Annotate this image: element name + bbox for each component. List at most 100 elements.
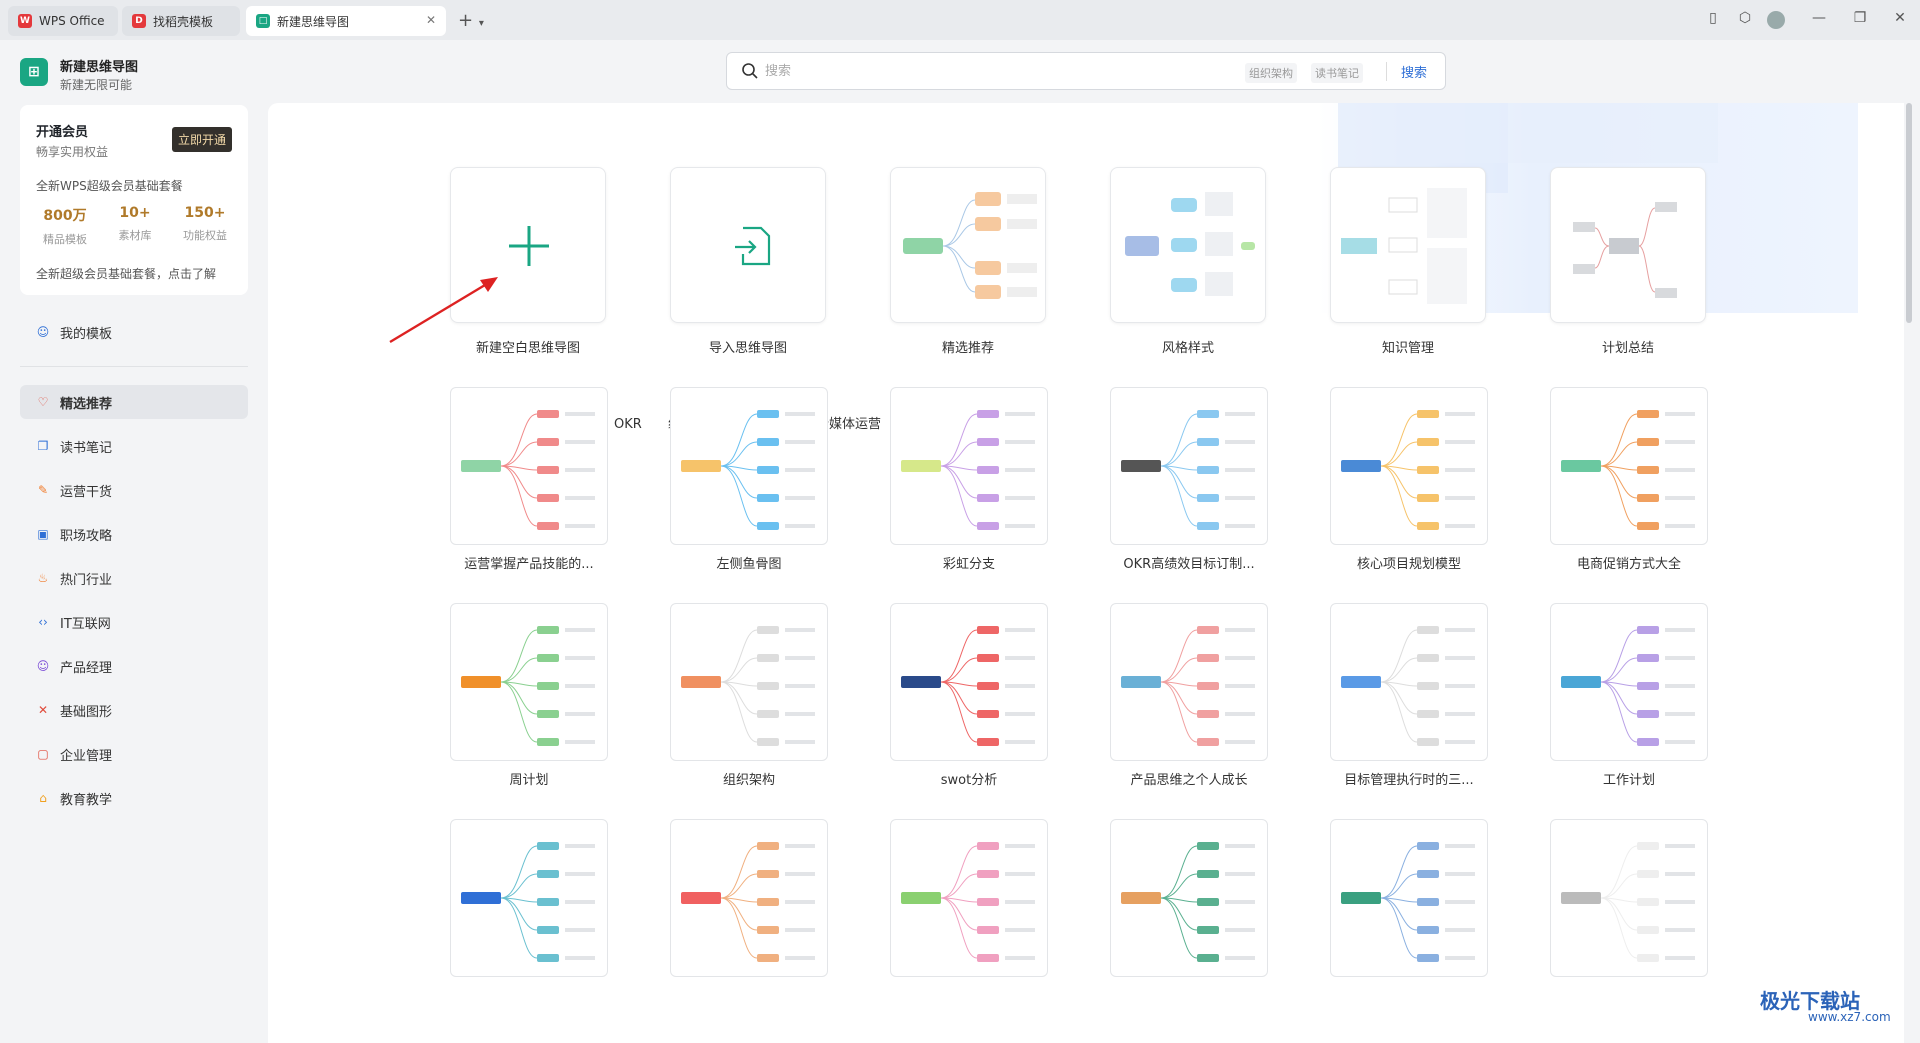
restore-icon[interactable]: ❐: [1850, 10, 1870, 26]
app-header: ⊞ 新建思维导图 新建无限可能: [20, 54, 260, 94]
template-card[interactable]: [670, 387, 828, 545]
template-card[interactable]: [890, 387, 1048, 545]
vip-title: 开通会员: [36, 125, 89, 140]
nav-item-3[interactable]: ▣ 职场攻略: [20, 517, 248, 551]
main-panel: 新建空白思维导图 导入思维导图 精选推荐 风格样式 知识管理 计划总结 OKR …: [268, 103, 1904, 1043]
nav-item-6[interactable]: ☺ 产品经理: [20, 649, 248, 683]
template-thumbnail: [681, 842, 815, 962]
template-thumbnail: [681, 626, 815, 746]
nav-item-4[interactable]: ♨ 热门行业: [20, 561, 248, 595]
nav-item-2[interactable]: ✎ 运营干货: [20, 473, 248, 507]
new-tab-button[interactable]: + ▾: [458, 10, 484, 31]
avatar[interactable]: [1767, 11, 1785, 29]
template-thumbnail: [901, 626, 1035, 746]
knowledge-card[interactable]: [1330, 167, 1486, 323]
search-icon: [742, 63, 758, 79]
template-thumbnail: [461, 842, 595, 962]
tab-docer-templates[interactable]: D 找稻壳模板: [122, 6, 240, 36]
template-card[interactable]: [1330, 819, 1488, 977]
stat-label: 精品模板: [43, 233, 87, 246]
search-input[interactable]: [765, 61, 1105, 81]
template-card[interactable]: [890, 603, 1048, 761]
template-card[interactable]: [890, 819, 1048, 977]
filter-tab-2[interactable]: OKR: [600, 409, 656, 441]
search-button[interactable]: 搜索: [1385, 62, 1427, 81]
shapes-icon: ✕: [37, 703, 49, 717]
template-card[interactable]: [1330, 387, 1488, 545]
nav-item-8[interactable]: ▢ 企业管理: [20, 737, 248, 771]
card-label: 风格样式: [1161, 341, 1214, 356]
template-thumbnail: [1121, 410, 1255, 530]
template-thumbnail: [681, 410, 815, 530]
nav-item-1[interactable]: ❐ 读书笔记: [20, 429, 248, 463]
nav-label: IT互联网: [60, 616, 111, 632]
nav-label: 基础图形: [60, 704, 113, 720]
search-bar: 组织架构 读书笔记 搜索: [726, 52, 1446, 90]
scrollbar[interactable]: [1906, 103, 1912, 323]
annotation-arrow: [389, 277, 498, 344]
person-icon: ☺: [36, 325, 50, 339]
template-card[interactable]: [1550, 819, 1708, 977]
template-label: 彩虹分支: [942, 557, 995, 572]
chevron-down-icon[interactable]: ▾: [479, 18, 484, 29]
close-window-icon[interactable]: ✕: [1890, 10, 1910, 26]
wps-logo-icon: W: [18, 14, 32, 28]
nav-label: 精选推荐: [60, 396, 113, 412]
vip-card[interactable]: 开通会员 畅享实用权益 立即开通 全新WPS超级会员基础套餐 800万 精品模板…: [20, 105, 248, 295]
tab-label: WPS Office: [39, 14, 105, 28]
vip-footer-link[interactable]: 全新超级会员基础套餐，点击了解: [36, 265, 216, 282]
template-card[interactable]: [670, 603, 828, 761]
vip-description: 全新WPS超级会员基础套餐: [36, 179, 183, 193]
fire-icon: ♨: [37, 571, 49, 585]
template-card[interactable]: [450, 819, 608, 977]
nav-item-5[interactable]: ‹› IT互联网: [20, 605, 248, 639]
layout-icon[interactable]: ▯: [1703, 10, 1723, 26]
stat-label: 素材库: [118, 229, 152, 242]
book-icon: ❐: [37, 439, 49, 453]
vip-open-button[interactable]: 立即开通: [171, 127, 232, 152]
stat-number: 150+: [184, 205, 226, 221]
app-logo-icon: ⊞: [20, 58, 48, 86]
mindmap-icon: □: [256, 14, 270, 28]
mindmap-preview-icon: [903, 192, 1037, 299]
knowledge-preview-icon: [1341, 188, 1467, 304]
nav-item-0[interactable]: ♡ 精选推荐: [20, 385, 248, 419]
nav-my-templates[interactable]: ☺ 我的模板: [20, 315, 248, 349]
template-thumbnail: [1561, 842, 1695, 962]
docer-icon: D: [132, 14, 146, 28]
vip-subtitle: 畅享实用权益: [36, 145, 109, 159]
template-card[interactable]: [450, 603, 608, 761]
style-card[interactable]: [1110, 167, 1266, 323]
tab-wps-office[interactable]: W WPS Office: [8, 6, 118, 36]
nav-label: 运营干货: [60, 484, 113, 500]
minimize-icon[interactable]: —: [1809, 10, 1829, 26]
template-card[interactable]: [1110, 819, 1268, 977]
search-chip-org[interactable]: 组织架构: [1245, 63, 1297, 83]
import-mindmap-card[interactable]: [670, 167, 826, 323]
featured-card[interactable]: [890, 167, 1046, 323]
nav-item-7[interactable]: ✕ 基础图形: [20, 693, 248, 727]
card-label: 计划总结: [1601, 341, 1654, 356]
nav-item-9[interactable]: ⌂ 教育教学: [20, 781, 248, 815]
template-card[interactable]: [1550, 603, 1708, 761]
plan-summary-card[interactable]: [1550, 167, 1706, 323]
template-label: 核心项目规划模型: [1356, 557, 1461, 572]
template-card[interactable]: [1110, 603, 1268, 761]
close-tab-icon[interactable]: ✕: [426, 13, 436, 27]
template-card[interactable]: [670, 819, 828, 977]
template-label: 目标管理执行时的三...: [1344, 773, 1474, 788]
title-bar: W WPS Office D 找稻壳模板 □ 新建思维导图 ✕ + ▾ ▯ ⬡ …: [0, 0, 1920, 40]
template-card[interactable]: [450, 387, 608, 545]
template-card[interactable]: [1110, 387, 1268, 545]
tab-new-mindmap[interactable]: □ 新建思维导图 ✕: [246, 6, 446, 36]
card-label: 知识管理: [1381, 341, 1434, 356]
cube-icon[interactable]: ⬡: [1735, 10, 1755, 26]
template-label: 周计划: [509, 773, 549, 788]
nav-label: 产品经理: [60, 660, 113, 676]
graduation-icon: ⌂: [39, 791, 47, 805]
app-subtitle: 新建无限可能: [60, 78, 133, 92]
template-card[interactable]: [1330, 603, 1488, 761]
template-card[interactable]: [1550, 387, 1708, 545]
calendar-icon: ▢: [37, 747, 49, 761]
search-chip-notes[interactable]: 读书笔记: [1311, 63, 1363, 83]
